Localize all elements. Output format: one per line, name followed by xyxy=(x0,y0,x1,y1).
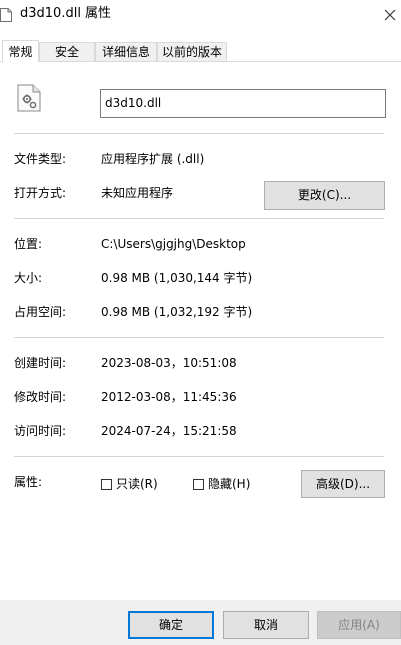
tab-security[interactable]: 安全 xyxy=(39,42,95,61)
divider xyxy=(14,133,384,134)
file-name-input[interactable]: d3d10.dll xyxy=(100,89,386,118)
modified-value: 2012-03-08，11:45:36 xyxy=(101,390,237,404)
title-bar: d3d10.dll 属性 xyxy=(0,0,401,30)
close-icon[interactable] xyxy=(380,5,400,25)
accessed-value: 2024-07-24，15:21:58 xyxy=(101,424,237,438)
file-type-value: 应用程序扩展 (.dll) xyxy=(101,152,205,166)
size-value: 0.98 MB (1,030,144 字节) xyxy=(101,271,253,285)
created-label: 创建时间: xyxy=(14,356,67,370)
change-button[interactable]: 更改(C)... xyxy=(264,181,385,210)
readonly-checkbox[interactable] xyxy=(101,479,112,490)
dll-file-gear-icon xyxy=(17,84,41,112)
ok-button[interactable]: 确定 xyxy=(128,611,214,639)
file-icon xyxy=(0,8,12,22)
size-on-disk-label: 占用空间: xyxy=(14,305,67,319)
size-label: 大小: xyxy=(14,271,43,285)
divider xyxy=(14,456,384,457)
apply-button[interactable]: 应用(A) xyxy=(317,611,401,639)
divider xyxy=(14,218,384,219)
cancel-button[interactable]: 取消 xyxy=(223,611,309,639)
readonly-label[interactable]: 只读(R) xyxy=(116,476,158,492)
divider xyxy=(14,337,384,338)
file-type-label: 文件类型: xyxy=(14,152,67,166)
tab-general[interactable]: 常规 xyxy=(2,40,39,62)
hidden-label[interactable]: 隐藏(H) xyxy=(208,476,250,492)
open-with-value: 未知应用程序 xyxy=(101,186,174,200)
accessed-label: 访问时间: xyxy=(14,424,67,438)
window-title: d3d10.dll 属性 xyxy=(20,6,112,21)
open-with-label: 打开方式: xyxy=(14,186,67,200)
advanced-button[interactable]: 高级(D)... xyxy=(301,470,385,498)
hidden-checkbox[interactable] xyxy=(193,479,204,490)
size-on-disk-value: 0.98 MB (1,032,192 字节) xyxy=(101,305,253,319)
location-label: 位置: xyxy=(14,237,43,251)
tab-details[interactable]: 详细信息 xyxy=(95,42,157,61)
tab-previous-versions[interactable]: 以前的版本 xyxy=(157,42,227,61)
location-value: C:\Users\gjgjhg\Desktop xyxy=(101,237,246,251)
attributes-label: 属性: xyxy=(14,475,43,489)
created-value: 2023-08-03，10:51:08 xyxy=(101,356,237,370)
modified-label: 修改时间: xyxy=(14,390,67,404)
